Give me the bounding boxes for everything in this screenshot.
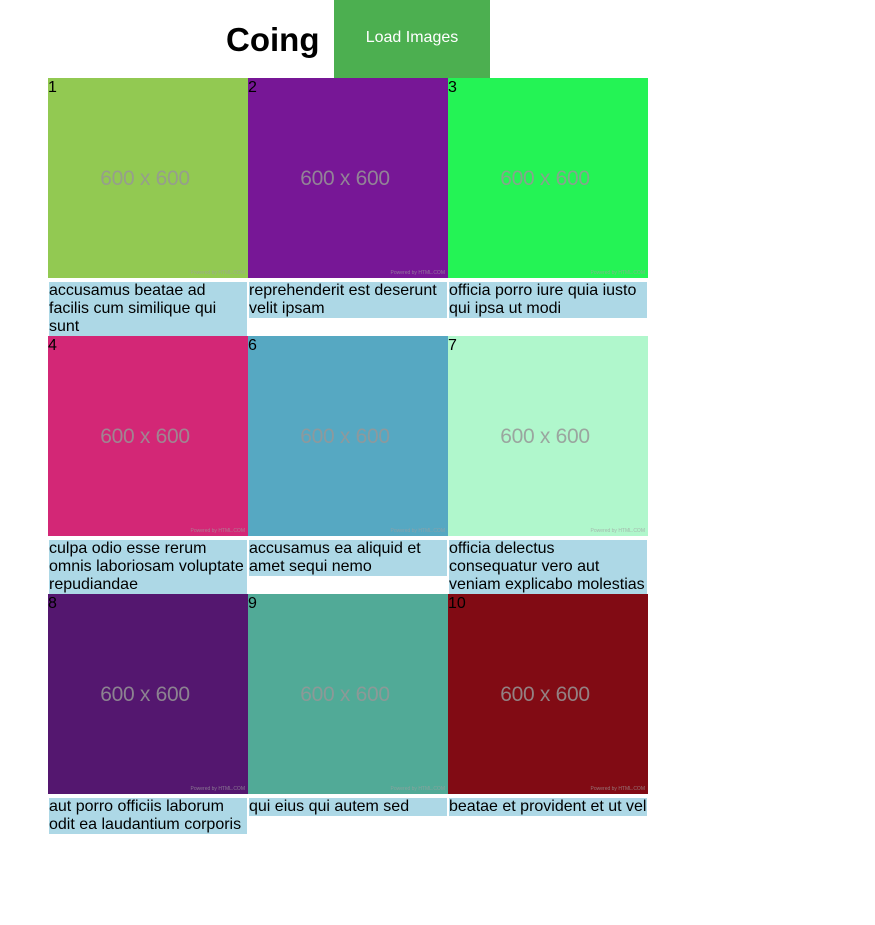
image-card: 600 x 600 Powered by HTML.COM 4 culpa odio … — [48, 336, 248, 594]
image-thumbnail[interactable]: 600 x 600 Powered by HTML.COM 7 — [448, 336, 648, 536]
image-thumbnail[interactable]: 600 x 600 Powered by HTML.COM 3 — [448, 78, 648, 278]
powered-by-watermark: Powered by HTML.COM — [190, 528, 245, 534]
header: Coing Load Images — [0, 0, 875, 78]
image-caption: accusamus ea aliquid et amet sequi nemo — [249, 540, 447, 576]
image-card: 600 x 600 Powered by HTML.COM 3 officia por… — [448, 78, 648, 318]
image-caption: officia porro iure quia iusto qui ipsa u… — [449, 282, 647, 318]
image-id: 8 — [48, 595, 57, 612]
image-id: 1 — [48, 79, 57, 96]
image-dimension-label: 600 x 600 — [300, 425, 390, 448]
image-dimension-label: 600 x 600 — [100, 167, 190, 190]
image-caption: culpa odio esse rerum omnis laboriosam v… — [49, 540, 247, 594]
page-title: Coing — [226, 21, 320, 58]
image-caption: beatae et provident et ut vel — [449, 798, 647, 816]
image-dimension-label: 600 x 600 — [500, 683, 590, 706]
image-card: 600 x 600 Powered by HTML.COM 10 beatae et … — [448, 594, 648, 816]
image-card: 600 x 600 Powered by HTML.COM 2 reprehender… — [248, 78, 448, 318]
image-caption: qui eius qui autem sed — [249, 798, 447, 816]
image-caption: aut porro officiis laborum odit ea lauda… — [49, 798, 247, 834]
image-id: 3 — [448, 79, 457, 96]
image-caption: accusamus beatae ad facilis cum similiqu… — [49, 282, 247, 336]
image-card: 600 x 600 Powered by HTML.COM 8 aut porro o… — [48, 594, 248, 834]
image-dimension-label: 600 x 600 — [300, 167, 390, 190]
image-thumbnail[interactable]: 600 x 600 Powered by HTML.COM 6 — [248, 336, 448, 536]
powered-by-watermark: Powered by HTML.COM — [390, 528, 445, 534]
image-gallery: 600 x 600 Powered by HTML.COM 1 accusamus b… — [48, 78, 648, 834]
image-caption: reprehenderit est deserunt velit ipsam — [249, 282, 447, 318]
image-thumbnail[interactable]: 600 x 600 Powered by HTML.COM 1 — [48, 78, 248, 278]
gallery-row: 600 x 600 Powered by HTML.COM 4 culpa odio … — [48, 336, 648, 594]
image-card: 600 x 600 Powered by HTML.COM 1 accusamus b… — [48, 78, 248, 336]
image-thumbnail[interactable]: 600 x 600 Powered by HTML.COM 4 — [48, 336, 248, 536]
image-card: 600 x 600 Powered by HTML.COM 7 officia del… — [448, 336, 648, 594]
powered-by-watermark: Powered by HTML.COM — [390, 786, 445, 792]
gallery-row: 600 x 600 Powered by HTML.COM 8 aut porro o… — [48, 594, 648, 834]
image-thumbnail[interactable]: 600 x 600 Powered by HTML.COM 10 — [448, 594, 648, 794]
image-dimension-label: 600 x 600 — [500, 167, 590, 190]
image-caption: officia delectus consequatur vero aut ve… — [449, 540, 647, 594]
image-thumbnail[interactable]: 600 x 600 Powered by HTML.COM 2 — [248, 78, 448, 278]
image-dimension-label: 600 x 600 — [100, 683, 190, 706]
image-dimension-label: 600 x 600 — [300, 683, 390, 706]
image-card: 600 x 600 Powered by HTML.COM 6 accusamus e… — [248, 336, 448, 576]
powered-by-watermark: Powered by HTML.COM — [590, 786, 645, 792]
image-dimension-label: 600 x 600 — [500, 425, 590, 448]
powered-by-watermark: Powered by HTML.COM — [190, 270, 245, 276]
image-id: 4 — [48, 337, 57, 354]
image-thumbnail[interactable]: 600 x 600 Powered by HTML.COM 8 — [48, 594, 248, 794]
image-dimension-label: 600 x 600 — [100, 425, 190, 448]
image-id: 7 — [448, 337, 457, 354]
powered-by-watermark: Powered by HTML.COM — [590, 528, 645, 534]
powered-by-watermark: Powered by HTML.COM — [590, 270, 645, 276]
image-id: 9 — [248, 595, 257, 612]
powered-by-watermark: Powered by HTML.COM — [390, 270, 445, 276]
load-images-button[interactable]: Load Images — [334, 0, 490, 78]
powered-by-watermark: Powered by HTML.COM — [190, 786, 245, 792]
image-id: 6 — [248, 337, 257, 354]
image-id: 10 — [448, 595, 466, 612]
image-card: 600 x 600 Powered by HTML.COM 9 qui eius qu… — [248, 594, 448, 816]
gallery-row: 600 x 600 Powered by HTML.COM 1 accusamus b… — [48, 78, 648, 336]
image-id: 2 — [248, 79, 257, 96]
image-thumbnail[interactable]: 600 x 600 Powered by HTML.COM 9 — [248, 594, 448, 794]
